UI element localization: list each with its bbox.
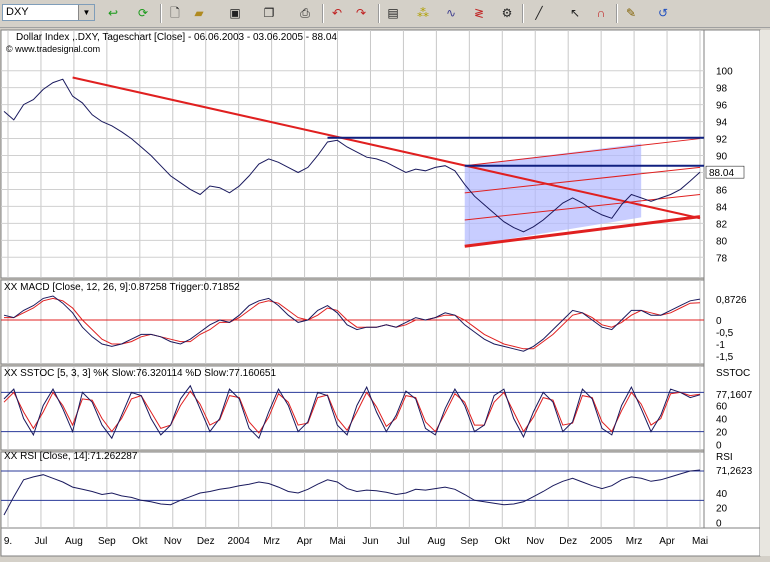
settings-icon[interactable]: ⚙	[498, 4, 516, 22]
rsi-tick-label: 0	[716, 518, 722, 529]
price-title: Dollar Index ,.DXY, Tageschart [Close] -…	[16, 32, 337, 43]
copy-icon[interactable]: ❐	[260, 4, 278, 22]
notes-icon[interactable]: ✎	[622, 4, 640, 22]
sstoc-tick-label: 20	[716, 428, 728, 439]
x-tick-label: Sep	[460, 536, 478, 547]
macd-tick-label: -1	[716, 340, 725, 351]
x-tick-label: Mai	[692, 536, 708, 547]
x-tick-label: Sep	[98, 536, 116, 547]
x-tick-label: 2004	[228, 536, 251, 547]
x-tick-label: 9.	[4, 536, 12, 547]
x-tick-label: Jul	[35, 536, 48, 547]
x-tick-label: Mai	[329, 536, 345, 547]
last-value-label: 88.04	[709, 168, 734, 179]
chart-svg: Dollar Index ,.DXY, Tageschart [Close] -…	[0, 28, 770, 557]
x-tick-label: Jul	[397, 536, 410, 547]
x-tick-label: Okt	[495, 536, 511, 547]
sstoc-title: XX SSTOC [5, 3, 3] %K Slow:76.320114 %D …	[4, 368, 276, 379]
macd-tick-label: 0	[716, 316, 722, 327]
rsi-tick-label: 40	[716, 489, 728, 500]
x-tick-label: Nov	[164, 536, 182, 547]
watermark: © www.tradesignal.com	[6, 44, 100, 54]
macd-title: XX MACD [Close, 12, 26, 9]:0.87258 Trigg…	[4, 282, 240, 293]
sstoc-tick-label: SSTOC	[716, 368, 750, 379]
cursor-icon[interactable]: ↖	[566, 4, 584, 22]
price-tick-label: 82	[716, 219, 728, 230]
x-tick-label: Aug	[427, 536, 445, 547]
redo-icon[interactable]: ↷	[352, 4, 370, 22]
price-tick-label: 90	[716, 152, 728, 163]
price-tick-label: 78	[716, 253, 728, 264]
indicator-icon[interactable]: ∿	[442, 4, 460, 22]
rsi-tick-label: RSI	[716, 452, 733, 463]
green-arrow-icon[interactable]: ↩	[104, 4, 122, 22]
x-tick-label: Mrz	[263, 536, 280, 547]
refresh-icon[interactable]: ⟳	[134, 4, 152, 22]
price-tick-label: 96	[716, 101, 728, 112]
symbol-combobox[interactable]: DXY ▼	[2, 4, 95, 21]
undo-arrow-icon[interactable]: ↺	[654, 4, 672, 22]
price-tick-label: 94	[716, 118, 728, 129]
toolbar: DXY ▼ ↩ ⟳ 🗋 ▰ ▣ ❐ ⎙ ↶ ↷ ▤ ⁂ ∿ ≷ ⚙ ╱ ↖ ∩ …	[0, 0, 770, 28]
x-tick-label: 2005	[590, 536, 613, 547]
sstoc-tick-label: 0	[716, 441, 722, 452]
chevron-down-icon[interactable]: ▼	[78, 5, 94, 20]
print-icon[interactable]: ⎙	[296, 4, 314, 22]
sstoc-tick-label: 77,1607	[716, 390, 753, 401]
price-tick-label: 80	[716, 236, 728, 247]
rsi-tick-label: 20	[716, 504, 728, 515]
macd-tick-label: -0,5	[716, 328, 734, 339]
price-tick-label: 100	[716, 67, 733, 78]
save-icon[interactable]: ▣	[226, 4, 244, 22]
rsi-title: XX RSI [Close, 14]:71.262287	[4, 451, 138, 462]
magnet-icon[interactable]: ∩	[592, 4, 610, 22]
scrollbar	[760, 30, 770, 556]
macd-tick-label: 0,8726	[716, 295, 747, 306]
x-tick-label: Apr	[297, 536, 313, 547]
x-tick-label: Apr	[659, 536, 675, 547]
x-tick-label: Dez	[559, 536, 577, 547]
x-tick-label: Aug	[65, 536, 83, 547]
open-folder-icon[interactable]: ▰	[190, 4, 208, 22]
price-tick-label: 98	[716, 84, 728, 95]
price-tick-label: 84	[716, 202, 728, 213]
price-tick-label: 86	[716, 185, 728, 196]
chart-area: Dollar Index ,.DXY, Tageschart [Close] -…	[0, 28, 770, 557]
x-tick-label: Dez	[197, 536, 215, 547]
x-tick-label: Nov	[526, 536, 544, 547]
x-tick-label: Mrz	[626, 536, 643, 547]
rsi-tick-label: 71,2623	[716, 466, 753, 477]
x-tick-label: Okt	[132, 536, 148, 547]
zigzag-icon[interactable]: ≷	[470, 4, 488, 22]
symbol-value: DXY	[6, 6, 29, 18]
trendline-icon[interactable]: ╱	[530, 4, 548, 22]
undo-icon[interactable]: ↶	[328, 4, 346, 22]
x-tick-label: Jun	[362, 536, 378, 547]
scatter-icon[interactable]: ⁂	[414, 4, 432, 22]
macd-tick-label: -1,5	[716, 352, 734, 363]
sstoc-tick-label: 40	[716, 415, 728, 426]
price-tick-label: 92	[716, 135, 728, 146]
new-document-icon[interactable]: 🗋	[166, 4, 184, 22]
chart-window-icon[interactable]: ▤	[384, 4, 402, 22]
sstoc-tick-label: 60	[716, 401, 728, 412]
